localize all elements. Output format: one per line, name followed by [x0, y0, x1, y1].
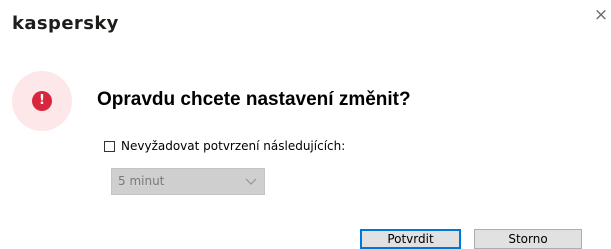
chevron-down-icon [245, 178, 257, 185]
select-value: 5 minut [118, 174, 165, 188]
alert-icon-halo: ! [12, 71, 72, 131]
close-icon[interactable]: × [592, 4, 610, 26]
exclamation-icon: ! [32, 91, 52, 111]
skip-confirmation-checkbox[interactable]: Nevyžadovat potvrzení následujících: [104, 139, 345, 153]
checkbox-box[interactable] [104, 140, 115, 152]
duration-select[interactable]: 5 minut [111, 168, 265, 195]
dialog-question: Opravdu chcete nastavení změnit? [97, 89, 411, 110]
cancel-button[interactable]: Storno [474, 229, 582, 249]
kaspersky-logo: kaspersky [12, 13, 119, 34]
confirm-button[interactable]: Potvrdit [360, 229, 461, 249]
checkbox-label: Nevyžadovat potvrzení následujících: [121, 139, 346, 153]
